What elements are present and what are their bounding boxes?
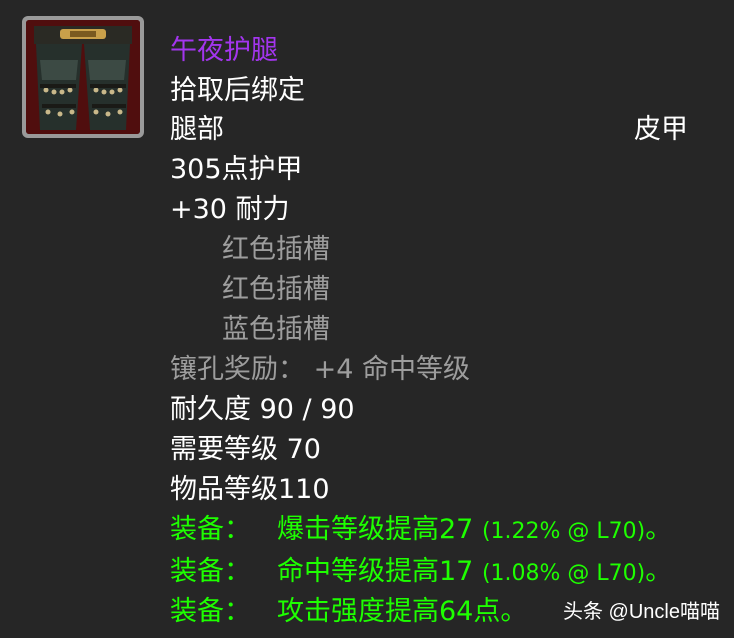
item-icon-frame[interactable] — [22, 16, 144, 138]
item-armor-type: 皮甲 — [634, 114, 688, 145]
leather-leggings-icon — [26, 20, 140, 134]
equip-prefix: 装备： — [170, 514, 251, 545]
socket-red-2: 红色插槽 — [222, 274, 330, 305]
item-durability: 耐久度 90 / 90 — [170, 394, 355, 425]
watermark: 头条 @Uncle喵喵 — [563, 601, 720, 623]
equip-end: 。 — [645, 514, 673, 545]
item-binding: 拾取后绑定 — [170, 75, 305, 106]
item-tooltip: 午夜护腿 拾取后绑定 腿部 皮甲 305点护甲 +30 耐力 红色插槽 红色插槽… — [0, 0, 734, 638]
equip-prefix: 装备： — [170, 556, 251, 587]
equip-text: 命中等级提高17 — [277, 556, 474, 587]
socket-blue: 蓝色插槽 — [222, 314, 330, 345]
equip-text: 爆击等级提高27 — [277, 514, 474, 545]
item-level: 物品等级110 — [170, 474, 330, 505]
equip-prefix: 装备： — [170, 596, 251, 627]
socket-red-1: 红色插槽 — [222, 234, 330, 265]
item-stamina: +30 耐力 — [170, 194, 290, 225]
item-name: 午夜护腿 — [170, 35, 278, 66]
equip-detail: (1.22% @ L70) — [481, 519, 646, 544]
item-required-level: 需要等级 70 — [170, 434, 321, 465]
item-armor: 305点护甲 — [170, 154, 303, 185]
equip-effect: 装备： 命中等级提高17 (1.08% @ L70)。 — [170, 555, 672, 591]
item-slot: 腿部 — [170, 114, 224, 145]
equip-text: 攻击强度提高64点 — [277, 596, 501, 627]
equip-effect: 装备： 爆击等级提高27 (1.22% @ L70)。 — [170, 513, 672, 549]
equip-detail: (1.08% @ L70) — [481, 561, 646, 586]
socket-bonus: 镶孔奖励： +4 命中等级 — [170, 354, 470, 385]
equip-end: 。 — [645, 556, 673, 587]
equip-effect: 装备： 攻击强度提高64点。 — [170, 595, 527, 629]
equip-end: 。 — [500, 596, 528, 627]
